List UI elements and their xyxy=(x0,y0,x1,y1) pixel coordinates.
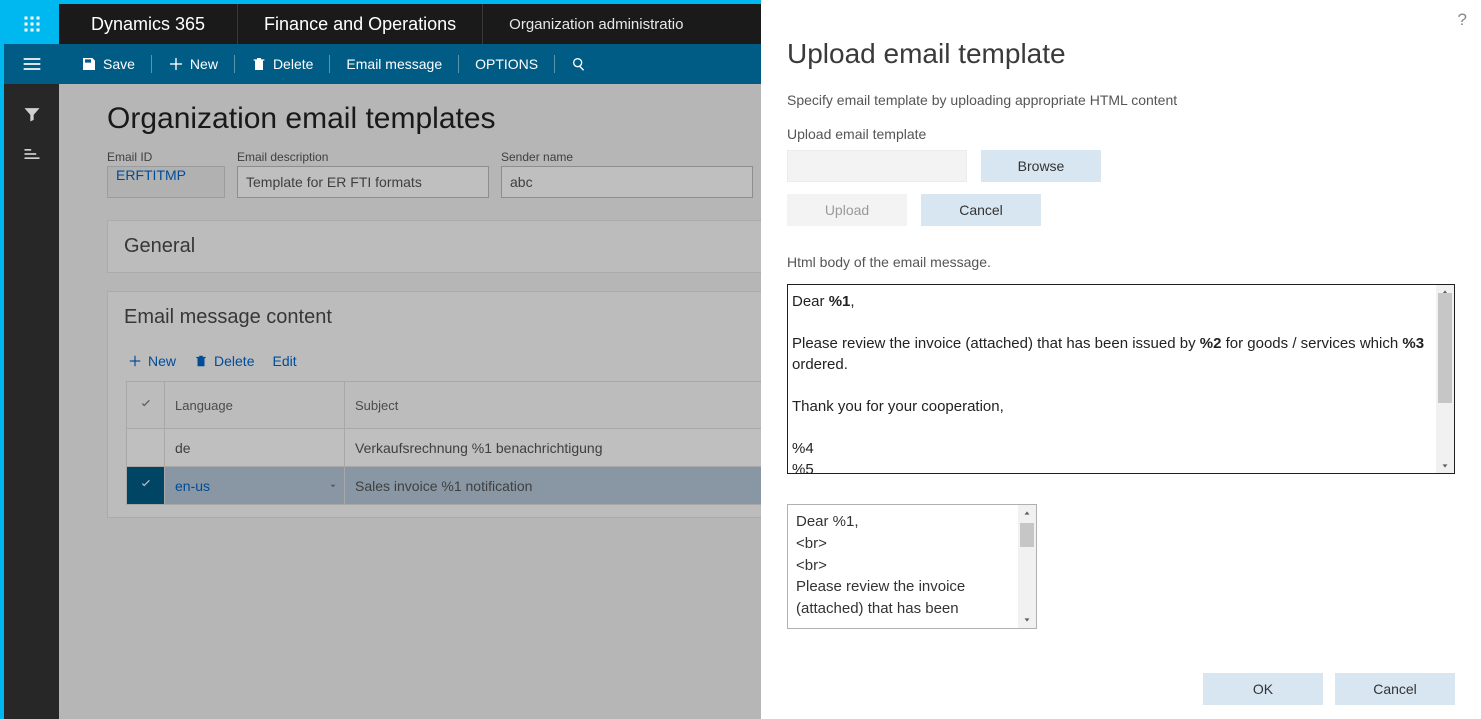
upload-button[interactable]: Upload xyxy=(787,194,907,226)
upload-panel: ? Upload email template Specify email te… xyxy=(761,0,1481,719)
body-text: Thank you for your cooperation, xyxy=(792,398,1004,415)
new-label: New xyxy=(190,56,218,72)
upload-label: Upload email template xyxy=(787,126,1455,142)
new-button[interactable]: New xyxy=(158,44,228,84)
scroll-up-icon[interactable] xyxy=(1018,505,1036,521)
html-body-content: Dear %1, Please review the invoice (atta… xyxy=(788,285,1436,473)
save-button[interactable]: Save xyxy=(71,44,145,84)
email-message-button[interactable]: Email message xyxy=(336,44,452,84)
area-breadcrumb[interactable]: Organization administratio xyxy=(483,16,709,33)
upload-label-btn: Upload xyxy=(825,202,869,218)
options-button[interactable]: OPTIONS xyxy=(465,44,548,84)
divider xyxy=(458,55,459,73)
scroll-thumb[interactable] xyxy=(1438,293,1452,403)
hamburger-icon xyxy=(22,54,42,74)
help-button[interactable]: ? xyxy=(1458,10,1467,30)
html-body-preview[interactable]: Dear %1, Please review the invoice (atta… xyxy=(787,284,1455,474)
scrollbar[interactable] xyxy=(1018,505,1036,628)
panel-title: Upload email template xyxy=(787,38,1455,70)
waffle-icon xyxy=(23,15,41,33)
email-message-label: Email message xyxy=(346,56,442,72)
scroll-down-icon[interactable] xyxy=(1436,458,1454,474)
brand-name[interactable]: Dynamics 365 xyxy=(59,14,237,35)
body-text: for goods / services which xyxy=(1221,335,1402,352)
search-button[interactable] xyxy=(561,44,597,84)
save-icon xyxy=(81,56,97,72)
footer-cancel-button[interactable]: Cancel xyxy=(1335,673,1455,705)
divider xyxy=(234,55,235,73)
scroll-down-icon[interactable] xyxy=(1018,612,1036,628)
divider xyxy=(151,55,152,73)
filter-icon[interactable] xyxy=(22,104,42,124)
save-label: Save xyxy=(103,56,135,72)
ok-button[interactable]: OK xyxy=(1203,673,1323,705)
file-name-box xyxy=(787,150,967,182)
divider xyxy=(554,55,555,73)
cancel-label: Cancel xyxy=(959,202,1003,218)
cancel-upload-button[interactable]: Cancel xyxy=(921,194,1041,226)
panel-footer: OK Cancel xyxy=(1203,673,1455,705)
panel-subtitle: Specify email template by uploading appr… xyxy=(787,92,1455,108)
app-launcher-button[interactable] xyxy=(4,4,59,44)
scroll-thumb[interactable] xyxy=(1020,523,1034,547)
body-ph: %4 xyxy=(792,440,814,457)
body-ph: %3 xyxy=(1402,335,1424,352)
browse-label: Browse xyxy=(1018,158,1065,174)
divider xyxy=(329,55,330,73)
scrollbar[interactable] xyxy=(1436,285,1454,473)
html-body-label: Html body of the email message. xyxy=(787,254,1455,270)
raw-html-box[interactable]: Dear %1, <br> <br> Please review the inv… xyxy=(787,504,1037,629)
list-icon[interactable] xyxy=(22,144,42,164)
delete-label: Delete xyxy=(273,56,313,72)
body-ph: %1 xyxy=(829,293,851,310)
footer-cancel-label: Cancel xyxy=(1373,681,1417,697)
left-rail xyxy=(4,84,59,719)
nav-toggle-button[interactable] xyxy=(4,44,59,84)
plus-icon xyxy=(168,56,184,72)
trash-icon xyxy=(251,56,267,72)
body-text: , xyxy=(850,293,854,310)
body-text: Please review the invoice (attached) tha… xyxy=(792,335,1200,352)
body-text: Dear xyxy=(792,293,829,310)
delete-button[interactable]: Delete xyxy=(241,44,323,84)
module-name[interactable]: Finance and Operations xyxy=(238,14,482,35)
body-ph: %5 xyxy=(792,461,814,473)
search-icon xyxy=(571,56,587,72)
body-ph: %2 xyxy=(1200,335,1222,352)
options-label: OPTIONS xyxy=(475,56,538,72)
raw-html-text: Dear %1, <br> <br> Please review the inv… xyxy=(788,505,1018,628)
browse-button[interactable]: Browse xyxy=(981,150,1101,182)
ok-label: OK xyxy=(1253,681,1273,697)
body-text: ordered. xyxy=(792,356,848,373)
